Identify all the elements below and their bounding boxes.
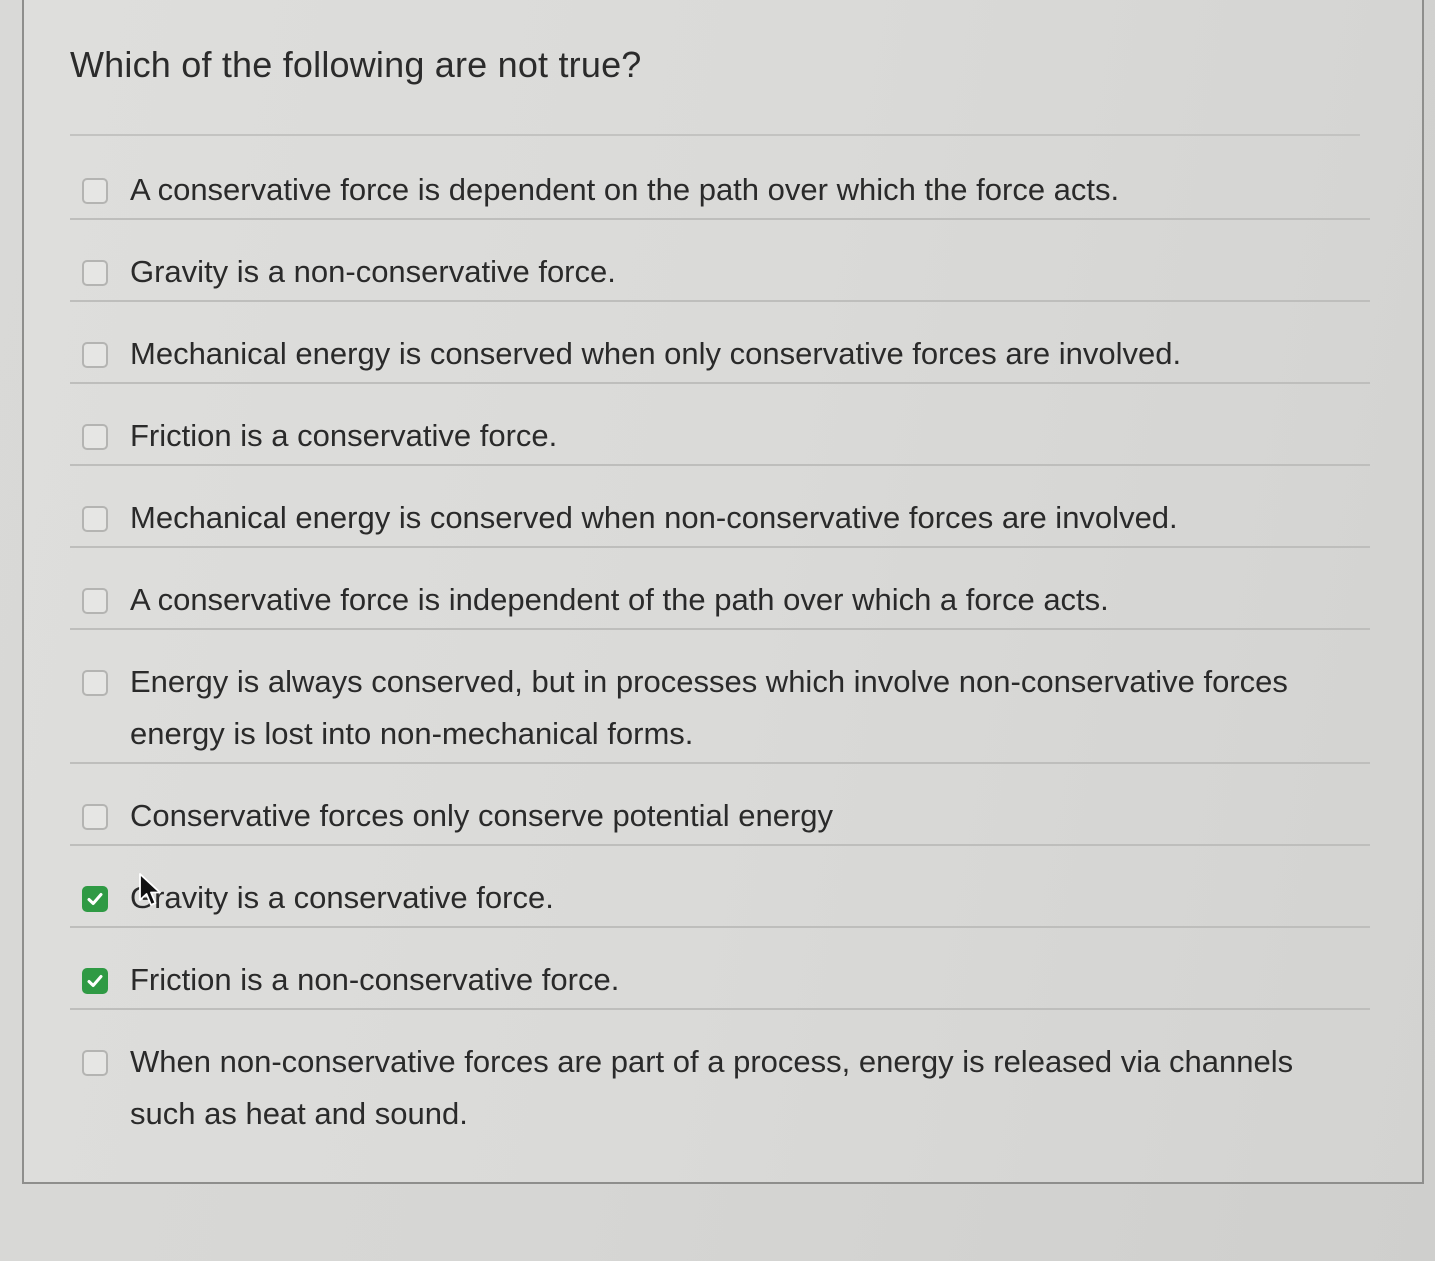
option-label: Gravity is a non-conservative force. (130, 254, 616, 289)
question-title: Which of the following are not true? (70, 44, 642, 85)
option-row[interactable]: A conservative force is dependent on the… (70, 138, 1370, 220)
option-row[interactable]: A conservative force is independent of t… (70, 548, 1370, 630)
option-row[interactable]: Friction is a non-conservative force. (70, 928, 1370, 1010)
option-checkbox-checked[interactable] (82, 968, 108, 994)
options-list: A conservative force is dependent on the… (70, 138, 1370, 1144)
option-checkbox[interactable] (82, 670, 108, 696)
option-label: Gravity is a conservative force. (130, 880, 554, 915)
option-checkbox[interactable] (82, 588, 108, 614)
option-checkbox[interactable] (82, 424, 108, 450)
option-checkbox[interactable] (82, 1050, 108, 1076)
question-card: Which of the following are not true? A c… (22, 0, 1424, 1184)
option-row[interactable]: Gravity is a conservative force. (70, 846, 1370, 928)
option-label: Mechanical energy is conserved when only… (130, 336, 1182, 371)
option-checkbox[interactable] (82, 506, 108, 532)
option-label: Friction is a conservative force. (130, 418, 558, 453)
option-row[interactable]: Energy is always conserved, but in proce… (70, 630, 1370, 764)
option-row[interactable]: Conservative forces only conserve potent… (70, 764, 1370, 846)
checkmark-icon (87, 893, 103, 905)
checkmark-icon (87, 975, 103, 987)
option-label: When non-conservative forces are part of… (130, 1044, 1294, 1131)
option-row[interactable]: Friction is a conservative force. (70, 384, 1370, 466)
option-label: Energy is always conserved, but in proce… (130, 664, 1288, 751)
option-row[interactable]: Gravity is a non-conservative force. (70, 220, 1370, 302)
option-checkbox[interactable] (82, 178, 108, 204)
option-label: Mechanical energy is conserved when non-… (130, 500, 1178, 535)
option-row[interactable]: When non-conservative forces are part of… (70, 1010, 1370, 1144)
option-checkbox-checked[interactable] (82, 886, 108, 912)
option-label: Friction is a non-conservative force. (130, 962, 620, 997)
mouse-pointer-icon (139, 873, 161, 906)
option-label: A conservative force is dependent on the… (130, 172, 1120, 207)
option-label: Conservative forces only conserve potent… (130, 798, 834, 833)
option-label: A conservative force is independent of t… (130, 582, 1109, 617)
option-checkbox[interactable] (82, 342, 108, 368)
option-row[interactable]: Mechanical energy is conserved when non-… (70, 466, 1370, 548)
option-checkbox[interactable] (82, 804, 108, 830)
title-divider (70, 134, 1360, 136)
option-checkbox[interactable] (82, 260, 108, 286)
option-row[interactable]: Mechanical energy is conserved when only… (70, 302, 1370, 384)
